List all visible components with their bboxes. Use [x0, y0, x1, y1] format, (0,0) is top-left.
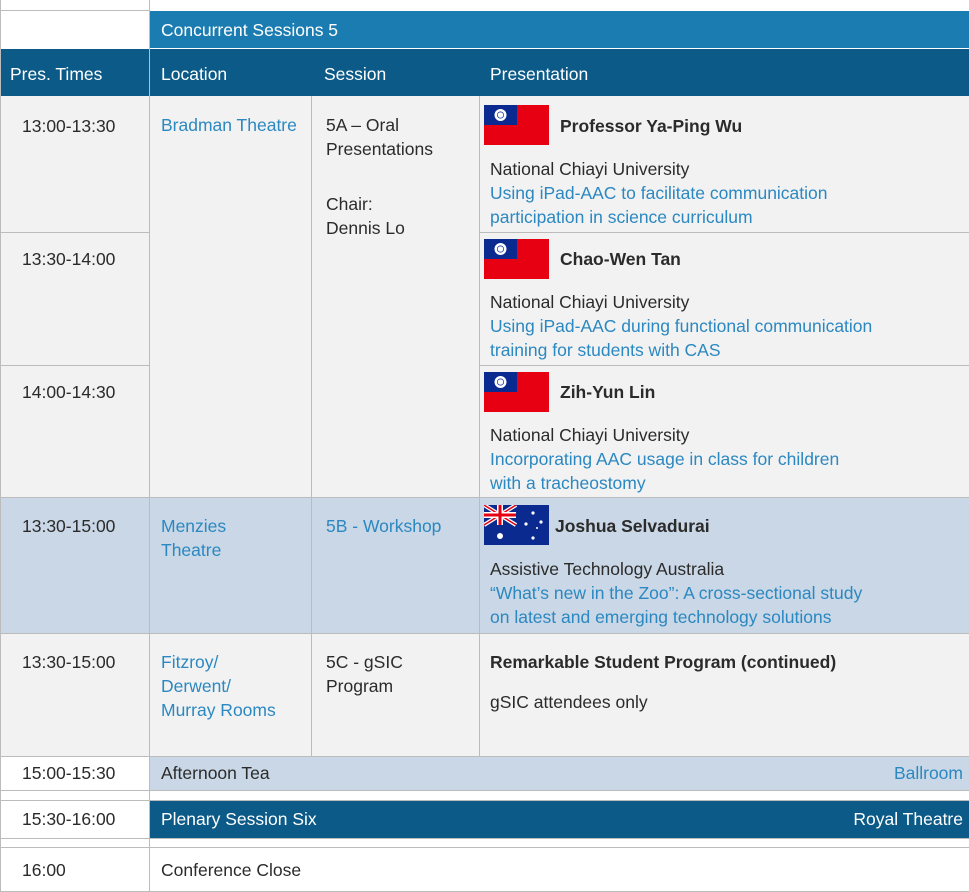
grid-line [0, 790, 969, 791]
grid-line [0, 847, 969, 848]
block-a-chair-label: Chair: [326, 194, 373, 214]
col-header-location: Location [161, 64, 228, 84]
tea-venue[interactable]: Ballroom [894, 761, 963, 785]
presentation-title-line[interactable]: Using iPad-AAC to facilitate communicati… [490, 181, 828, 205]
plenary-time: 15:30-16:00 [22, 809, 116, 829]
presenter-org: National Chiayi University [490, 159, 690, 179]
schedule-table: Concurrent Sessions 5 Pres. Times Locati… [0, 0, 969, 892]
grid-line [0, 756, 969, 757]
grid-line [479, 232, 969, 233]
block-a-session: 5A – Oral Presentations [326, 115, 434, 159]
presentation-title-line[interactable]: training for students with CAS [490, 338, 721, 362]
block-b-location-line[interactable]: Theatre [161, 538, 221, 562]
presentation-title-line[interactable]: with a tracheostomy [490, 471, 646, 495]
presenter-name: Joshua Selvadurai [555, 516, 710, 536]
grid-line [0, 838, 969, 839]
row-time: 13:30-15:00 [22, 516, 116, 536]
grid-line [0, 633, 969, 634]
banner-title: Concurrent Sessions 5 [161, 20, 339, 40]
grid-line [311, 96, 312, 756]
row-time: 14:00-14:30 [22, 382, 116, 402]
block-c-location-line[interactable]: Murray Rooms [161, 698, 276, 722]
col-header-times: Pres. Times [10, 64, 103, 84]
grid-line [0, 0, 1, 892]
block-c-location-line[interactable]: Derwent/ [161, 674, 231, 698]
grid-line [479, 365, 969, 366]
block-c-session-line: 5C - gSIC [326, 652, 403, 672]
presentation-title-line[interactable]: on latest and emerging technology soluti… [490, 605, 831, 629]
grid-line [0, 232, 149, 233]
presenter-name: Professor Ya-Ping Wu [560, 116, 743, 136]
presentation-title-line[interactable]: “What’s new in the Zoo”: A cross-section… [490, 581, 862, 605]
row-time: 13:30-14:00 [22, 249, 116, 269]
taiwan-flag-icon [484, 239, 549, 279]
presenter-org: Assistive Technology Australia [490, 559, 725, 579]
australia-flag-icon [484, 505, 549, 545]
presentation-title-line[interactable]: Using iPad-AAC during functional communi… [490, 314, 872, 338]
grid-line [0, 10, 149, 11]
col-header-presentation: Presentation [490, 64, 589, 84]
presenter-name: Remarkable Student Program (continued) [490, 652, 837, 672]
block-b-location-line[interactable]: Menzies [161, 514, 226, 538]
grid-line [0, 365, 149, 366]
banner: Concurrent Sessions 5 [149, 11, 969, 48]
block-a-background [0, 96, 969, 497]
close-label: Conference Close [161, 860, 302, 880]
block-c-note: gSIC attendees only [490, 692, 648, 712]
presentation-title-line[interactable]: participation in science curriculum [490, 205, 753, 229]
taiwan-flag-icon [484, 105, 549, 145]
presenter-name: Zih-Yun Lin [560, 382, 656, 402]
close-time: 16:00 [22, 860, 66, 880]
presentation-title-line[interactable]: Incorporating AAC usage in class for chi… [490, 447, 839, 471]
block-b-session[interactable]: 5B - Workshop [326, 514, 441, 538]
tea-label: Afternoon Tea [161, 763, 270, 783]
grid-line [149, 0, 150, 892]
grid-line [479, 96, 480, 756]
block-c-location-line[interactable]: Fitzroy/ [161, 650, 218, 674]
row-time: 13:30-15:00 [22, 652, 116, 672]
plenary-venue[interactable]: Royal Theatre [853, 807, 963, 831]
block-c-session-line: Program [326, 676, 394, 696]
tea-band [149, 756, 969, 790]
taiwan-flag-icon [484, 372, 549, 412]
grid-line [0, 800, 969, 801]
presenter-name: Chao-Wen Tan [560, 249, 681, 269]
block-a-chair-name: Dennis Lo [326, 218, 405, 238]
row-time: 13:00-13:30 [22, 116, 116, 136]
plenary-label: Plenary Session Six [161, 809, 317, 829]
tea-time: 15:00-15:30 [22, 763, 116, 783]
col-header-session: Session [324, 64, 387, 84]
header-row: Pres. Times Location Session Presentatio… [0, 49, 969, 96]
block-a-location[interactable]: Bradman Theatre [161, 113, 301, 137]
presenter-org: National Chiayi University [490, 292, 690, 312]
presenter-org: National Chiayi University [490, 425, 690, 445]
grid-line [0, 497, 969, 498]
